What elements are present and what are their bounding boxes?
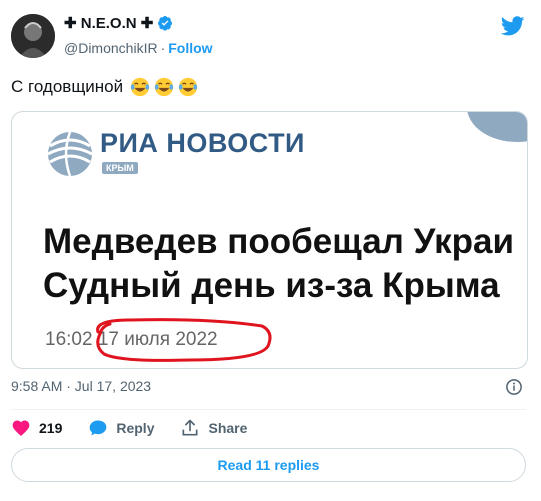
share-label: Share [208,420,248,436]
media-card[interactable]: РИА НОВОСТИ КРЫМ Медведев пообещал Украи… [11,111,528,369]
action-bar: 219 Reply Share [11,416,247,440]
heart-icon [12,420,30,436]
reply-label: Reply [116,420,155,436]
divider [11,409,526,410]
article-headline: Медведев пообещал Украи Судный день из-з… [43,220,527,308]
ria-globe-logo-icon [47,131,93,177]
tweet-text-content: С годовщиной [11,77,124,96]
ria-brand-title: РИА НОВОСТИ [100,128,305,158]
separator-dot: · [160,40,166,56]
verified-badge-icon [158,16,173,31]
follow-button[interactable]: Follow [168,40,212,56]
author-handle[interactable]: @DimonchikIR [64,40,158,56]
emoji-group [129,76,199,98]
reply-button[interactable]: Reply [88,418,154,438]
like-count: 219 [39,420,63,436]
avatar[interactable] [11,14,55,58]
red-circle-annotation [96,318,272,362]
ria-brand-subtitle: КРЫМ [102,162,138,174]
read-replies-button[interactable]: Read 11 replies [11,448,526,482]
share-button[interactable]: Share [180,418,247,438]
info-icon[interactable] [505,378,523,396]
face-with-tears-of-joy-icon [130,77,150,97]
author-handle-row: @DimonchikIR · Follow [64,40,213,56]
face-with-tears-of-joy-icon [154,77,174,97]
tweet-card: ✚ N.E.O.N ✚ @DimonchikIR · Follow С годовщ… [0,0,541,501]
headline-line-1: Медведев пообещал Украи [43,222,514,261]
tweet-timestamp[interactable]: 9:58 AM · Jul 17, 2023 [11,378,151,394]
article-time: 16:02 [45,329,93,350]
tweet-text: С годовщиной [11,76,199,98]
twitter-bird-icon[interactable] [501,14,525,38]
speech-bubble-icon [90,420,107,436]
author-name-row[interactable]: ✚ N.E.O.N ✚ [64,14,173,32]
face-with-tears-of-joy-icon [178,77,198,97]
like-button[interactable]: 219 [11,418,62,438]
decorative-corner-shape [467,112,527,142]
share-icon [182,419,198,436]
author-display-name[interactable]: ✚ N.E.O.N ✚ [64,14,153,32]
headline-line-2: Судный день из-за Крыма [43,266,500,305]
